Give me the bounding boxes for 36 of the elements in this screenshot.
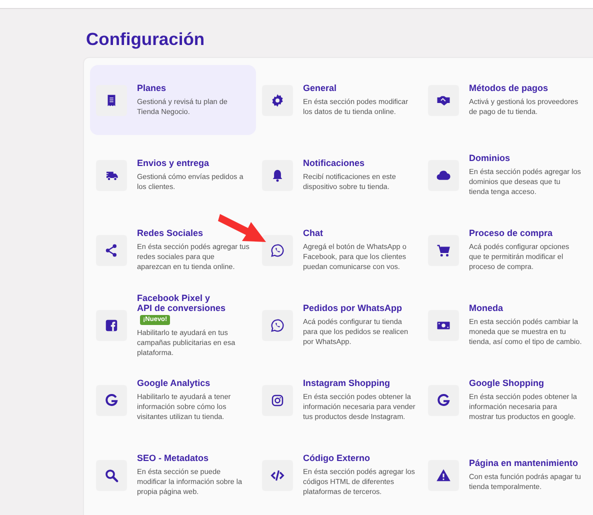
item-title: Código Externo — [303, 453, 371, 464]
item-title: Métodos de pagos — [469, 83, 550, 94]
code-icon — [262, 460, 293, 490]
item-title: Google Analytics — [137, 378, 212, 390]
gear-icon — [262, 84, 293, 116]
item-title: Proceso de compra — [469, 228, 554, 240]
item-title: Google Shopping — [469, 378, 545, 390]
item-title: Envios y entrega — [137, 158, 210, 170]
item-title: Redes Sociales — [137, 228, 204, 240]
item-title: Planes — [137, 83, 168, 94]
handshake-icon — [428, 84, 459, 116]
cart-icon — [428, 234, 459, 266]
g-letter-icon — [96, 384, 127, 416]
item-title: Pedidos por WhatsApp — [303, 303, 403, 314]
cloud-icon — [428, 160, 459, 190]
g-letter-icon — [428, 384, 459, 416]
item-title: Chat — [303, 228, 324, 240]
camera-icon — [262, 384, 293, 416]
chat-bubble-icon — [262, 310, 293, 340]
item-title: Moneda — [469, 303, 504, 314]
page-title: Configuración — [85, 28, 206, 51]
facebook-icon — [96, 310, 127, 340]
search-icon — [96, 460, 127, 490]
item-title: SEO - Metadatos — [137, 453, 210, 464]
item-title: General — [303, 83, 338, 94]
banknote-icon — [428, 310, 459, 340]
item-title: Dominios — [469, 153, 512, 164]
bell-icon — [262, 160, 293, 190]
share-icon — [96, 234, 127, 266]
item-title: Notificaciones — [303, 158, 366, 170]
chat-bubble-icon — [262, 234, 293, 266]
warning-icon — [428, 460, 459, 490]
truck-icon — [96, 160, 127, 190]
item-title: Página en mantenimiento — [469, 458, 580, 470]
receipt-icon — [96, 84, 127, 116]
item-title: Instagram Shopping — [303, 378, 392, 390]
